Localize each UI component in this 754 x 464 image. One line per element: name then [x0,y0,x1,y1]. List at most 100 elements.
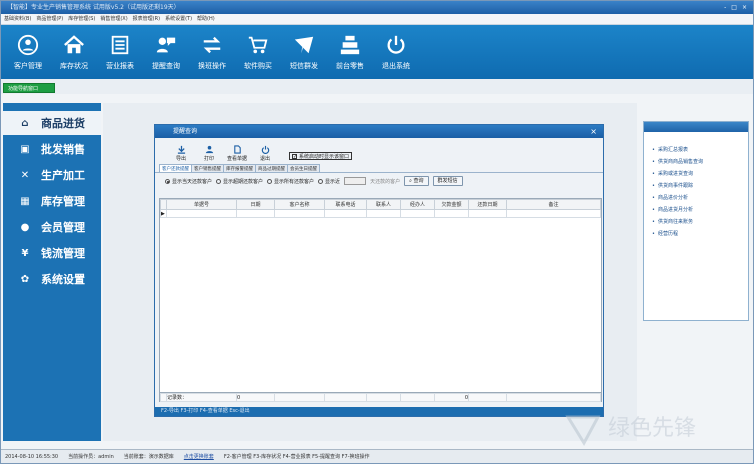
column-header[interactable]: 经办人 [400,199,435,210]
toolbar-label: 软件购买 [244,62,272,70]
radio-label: 显示近 [325,178,341,185]
toolbar-retail-button[interactable]: 前台零售 [327,25,373,79]
sidebar-item-production[interactable]: ✕ 生产加工 [3,163,101,187]
radio-all[interactable]: 显示所有还款客户 [267,178,314,185]
tab-birthday[interactable]: 会员生日提醒 [287,164,320,172]
table-row[interactable]: ▶ [160,209,601,218]
view-document-button[interactable]: 查看单据 [227,145,247,162]
tab-repayment[interactable]: 客户还款提醒 [159,164,192,172]
export-button[interactable]: 导出 [171,145,191,162]
startup-checkbox[interactable]: ✓ 系统启动时显示该窗口 [289,152,353,160]
record-count-label: 记录数： [166,393,237,402]
toolbar-stock-button[interactable]: 库存状况 [51,25,97,79]
minimize-button[interactable]: - [724,1,726,14]
radio-label: 显示当天还款客户 [172,178,213,185]
sidebar-item-cashflow[interactable]: ¥ 钱流管理 [3,241,101,265]
document-icon [233,145,241,154]
table-cell[interactable] [236,209,275,218]
toolbar-label: 前台零售 [336,62,364,70]
toolbar-customer-button[interactable]: 客户管理 [5,25,51,79]
nav-window-tag[interactable]: 功能导航窗口 [3,83,55,93]
card-icon: ▣ [20,143,30,155]
footer-spacer [274,393,325,402]
checkbox-check-icon: ✓ [292,153,298,160]
toolbar-exit-button[interactable]: 退出系统 [373,25,419,79]
table-cell[interactable] [324,209,367,218]
quick-link[interactable]: 商品进货月分析 [652,204,748,216]
tab-sales[interactable]: 客户销售提醒 [191,164,224,172]
print-label: 打印 [203,156,214,162]
reminder-dialog: 提醒查询 × 导出 打印 查看单据 退出 ✓ 系统启动时显示该窗口 客户还款提醒… [154,124,604,417]
menu-settings[interactable]: 系统设置(T) [165,14,192,24]
footer-spacer [468,393,507,402]
sidebar-item-members[interactable]: ● 会员管理 [3,215,101,239]
column-header[interactable]: 日期 [236,199,275,210]
mail-icon [294,36,314,54]
gear-icon: ✿ [20,273,30,285]
toolbar-reminder-button[interactable]: 提醒查询 [143,25,189,79]
table-cell[interactable] [434,209,469,218]
window-controls: - □ × [724,1,747,14]
sidebar-item-inventory[interactable]: ▦ 库存管理 [3,189,101,213]
sms-button[interactable]: 群发短信 [432,176,463,186]
table-cell[interactable] [506,209,601,218]
toolbar-shift-button[interactable]: 换班操作 [189,25,235,79]
table-cell[interactable] [468,209,507,218]
table-cell[interactable] [366,209,401,218]
radio-recent[interactable]: 显示近 [318,178,340,185]
print-button[interactable]: 打印 [199,145,219,162]
quick-link[interactable]: 经营历程 [652,228,748,240]
menu-reports[interactable]: 报表管理(R) [133,14,160,24]
toolbar-label: 客户管理 [14,62,42,70]
sidebar-item-settings[interactable]: ✿ 系统设置 [3,267,101,291]
table-cell[interactable] [166,209,237,218]
menu-basic[interactable]: 基础资料(B) [4,14,31,24]
quick-link[interactable]: 采购汇总报表 [652,144,748,156]
dialog-close-icon[interactable]: × [590,125,597,138]
query-button[interactable]: ⌕ 查询 [404,176,429,186]
toolbar-sms-button[interactable]: 短信群发 [281,25,327,79]
menu-help[interactable]: 帮助(H) [197,14,215,24]
sidebar-item-label: 生产加工 [41,169,85,182]
column-header[interactable]: 备注 [506,199,601,210]
table-cell[interactable] [274,209,325,218]
menu-stock[interactable]: 库存管理(S) [68,14,95,24]
close-button[interactable]: × [742,1,747,14]
quick-link[interactable]: 商品进价分析 [652,192,748,204]
column-header[interactable]: 还款日期 [468,199,507,210]
footer-spacer [366,393,401,402]
days-input[interactable] [344,177,367,185]
change-account-link[interactable]: 点击更换账套 [184,453,214,460]
quick-link[interactable]: 供货商商品销售查询 [652,156,748,168]
print-icon [205,145,213,154]
column-header[interactable]: 联系人 [366,199,401,210]
radio-overdue[interactable]: 显示超期还款客户 [216,178,263,185]
maximize-button[interactable]: □ [731,1,737,14]
menu-sales[interactable]: 销售管理(X) [100,14,127,24]
radio-today[interactable]: 显示当天还款客户 [165,178,212,185]
toolbar-report-button[interactable]: 营业报表 [97,25,143,79]
menu-goods[interactable]: 商品管理(P) [36,14,63,24]
sidebar-item-purchase[interactable]: ⌂ 商品进货 [3,111,101,135]
dialog-toolbar: 导出 打印 查看单据 退出 ✓ 系统启动时显示该窗口 [155,138,603,164]
table-cell[interactable] [400,209,435,218]
footer-spacer [400,393,435,402]
column-header[interactable]: 欠款金额 [434,199,469,210]
sidebar-item-label: 会员管理 [41,221,85,234]
tab-stock-alarm[interactable]: 库存报警提醒 [223,164,256,172]
column-header[interactable]: 客户名称 [274,199,325,210]
status-bar: 2014-08-10 16:55:30 当前操作员：admin 当前账套：演示数… [1,449,753,463]
sidebar-item-wholesale[interactable]: ▣ 批发销售 [3,137,101,161]
title-bar: 【智能】专业生产销售管理系统 试用版v5.2（试用版还剩19天） - □ × [1,1,753,14]
quick-link[interactable]: 采购或进货查询 [652,168,748,180]
sidebar-item-label: 系统设置 [41,273,85,286]
toolbar-buy-button[interactable]: 软件购买 [235,25,281,79]
exit-button[interactable]: 退出 [255,145,275,162]
column-header[interactable]: 联系电话 [324,199,367,210]
tab-expiry[interactable]: 商品过期提醒 [255,164,288,172]
report-icon [111,35,129,55]
view-document-label: 查看单据 [227,156,248,162]
quick-link[interactable]: 供货商事件跟踪 [652,180,748,192]
quick-link[interactable]: 供货商往来账务 [652,216,748,228]
column-header[interactable]: 单据号 [166,199,237,210]
